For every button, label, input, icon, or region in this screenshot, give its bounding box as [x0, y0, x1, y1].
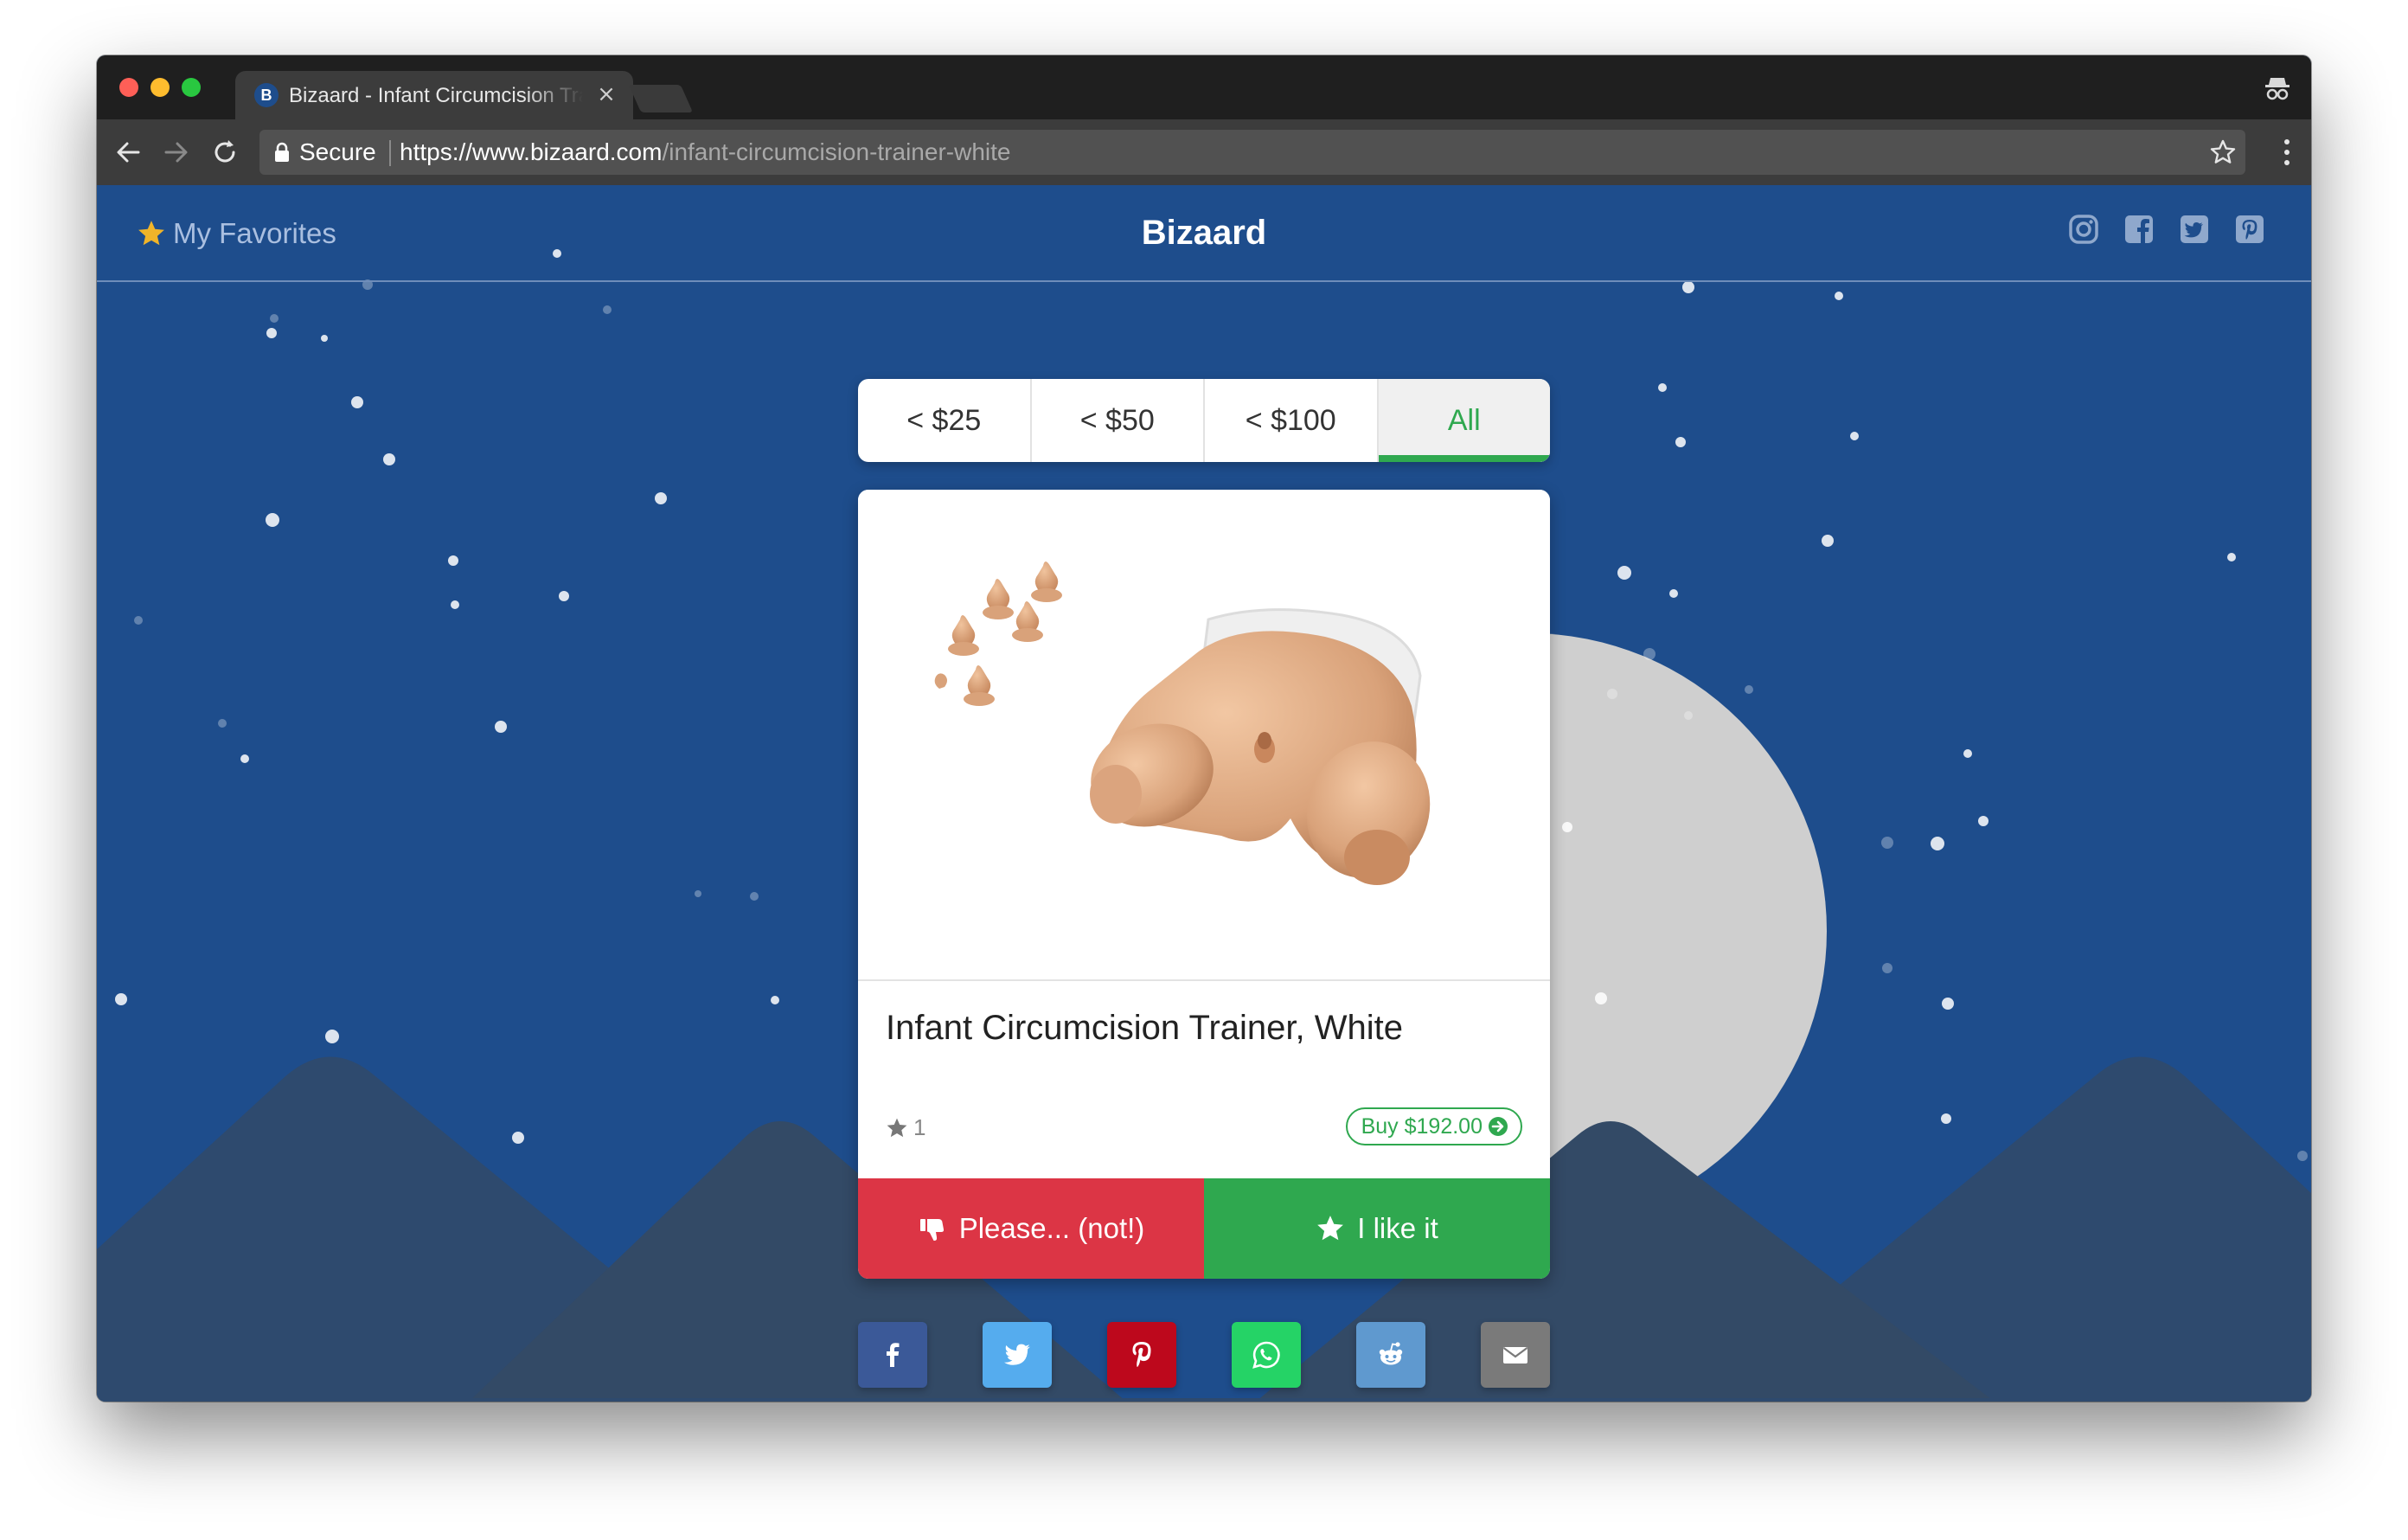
tab-favicon: B	[254, 83, 279, 107]
filter-under-50[interactable]: < $50	[1032, 379, 1205, 462]
whatsapp-icon	[1252, 1341, 1280, 1369]
reddit-icon	[1379, 1342, 1403, 1365]
bookmark-star-icon[interactable]	[2209, 138, 2237, 166]
browser-tab-active[interactable]: B Bizaard - Infant Circumcision Trainer,…	[235, 71, 633, 119]
site-header: My Favorites Bizaard	[97, 185, 2311, 282]
browser-window: B Bizaard - Infant Circumcision Trainer,…	[97, 55, 2311, 1402]
browser-toolbar: Secure https://www.bizaard.com/infant-ci…	[97, 119, 2311, 185]
product-title[interactable]: Infant Circumcision Trainer, White	[886, 1005, 1526, 1050]
share-facebook-button[interactable]	[858, 1322, 927, 1388]
window-close-button[interactable]	[119, 78, 138, 97]
share-whatsapp-button[interactable]	[1232, 1322, 1301, 1388]
filter-all[interactable]: All	[1378, 379, 1550, 462]
pinterest-icon	[1132, 1342, 1151, 1367]
card-divider	[858, 979, 1550, 981]
twitter-icon[interactable]	[2178, 213, 2211, 246]
new-tab-button[interactable]	[628, 85, 694, 112]
window-minimize-button[interactable]	[150, 78, 170, 97]
star-icon	[138, 221, 164, 246]
url-path: /infant-circumcision-trainer-white	[662, 138, 1011, 165]
share-email-button[interactable]	[1481, 1322, 1550, 1388]
filter-under-25[interactable]: < $25	[858, 379, 1032, 462]
like-button[interactable]: I like it	[1204, 1178, 1550, 1279]
back-icon[interactable]	[112, 137, 144, 168]
star-icon	[1317, 1216, 1344, 1241]
dislike-label: Please... (not!)	[958, 1212, 1145, 1244]
tab-close-icon[interactable]: ×	[593, 81, 619, 107]
product-card: Infant Circumcision Trainer, White 1 Buy…	[858, 490, 1550, 1279]
filter-under-100[interactable]: < $100	[1205, 379, 1379, 462]
share-pinterest-button[interactable]	[1107, 1322, 1176, 1388]
buy-label: Buy $192.00	[1361, 1113, 1483, 1139]
instagram-icon[interactable]	[2067, 213, 2100, 246]
likes-count-badge: 1	[886, 1114, 925, 1141]
browser-title-bar: B Bizaard - Infant Circumcision Trainer,…	[97, 55, 2311, 119]
incognito-icon	[2265, 78, 2290, 100]
star-icon	[887, 1118, 907, 1137]
tab-title: Bizaard - Infant Circumcision Trainer, W…	[289, 84, 583, 107]
likes-count: 1	[913, 1114, 926, 1140]
my-favorites-label: My Favorites	[173, 217, 336, 249]
url-host: https://www.bizaard.com	[400, 138, 663, 165]
arrow-circle-right-icon	[1489, 1117, 1508, 1136]
omnibox-divider	[389, 140, 391, 166]
like-label: I like it	[1357, 1212, 1438, 1244]
address-bar[interactable]: Secure https://www.bizaard.com/infant-ci…	[259, 130, 2245, 175]
facebook-icon[interactable]	[2123, 213, 2155, 246]
share-reddit-button[interactable]	[1356, 1322, 1425, 1388]
lock-icon	[275, 142, 289, 162]
site-title[interactable]: Bizaard	[1031, 211, 1377, 254]
secure-label: Secure	[299, 138, 376, 165]
reload-icon[interactable]	[209, 137, 240, 168]
dislike-button[interactable]: Please... (not!)	[858, 1178, 1204, 1279]
my-favorites-link[interactable]: My Favorites	[137, 215, 336, 253]
twitter-icon	[1004, 1344, 1030, 1365]
url-text[interactable]: https://www.bizaard.com/infant-circumcis…	[400, 138, 1010, 166]
thumbs-down-icon	[919, 1219, 944, 1241]
forward-icon[interactable]	[161, 137, 192, 168]
menu-icon[interactable]	[2282, 137, 2292, 168]
envelope-icon	[1502, 1347, 1528, 1364]
buy-button[interactable]: Buy $192.00	[1345, 1107, 1522, 1145]
share-twitter-button[interactable]	[983, 1322, 1052, 1388]
product-image[interactable]	[858, 490, 1550, 979]
web-page: My Favorites Bizaard < $25 < $50 < $100 …	[97, 185, 2311, 1402]
price-filter-tabs: < $25 < $50 < $100 All	[858, 379, 1550, 462]
facebook-icon	[887, 1343, 900, 1367]
pinterest-icon[interactable]	[2233, 213, 2266, 246]
window-maximize-button[interactable]	[182, 78, 201, 97]
